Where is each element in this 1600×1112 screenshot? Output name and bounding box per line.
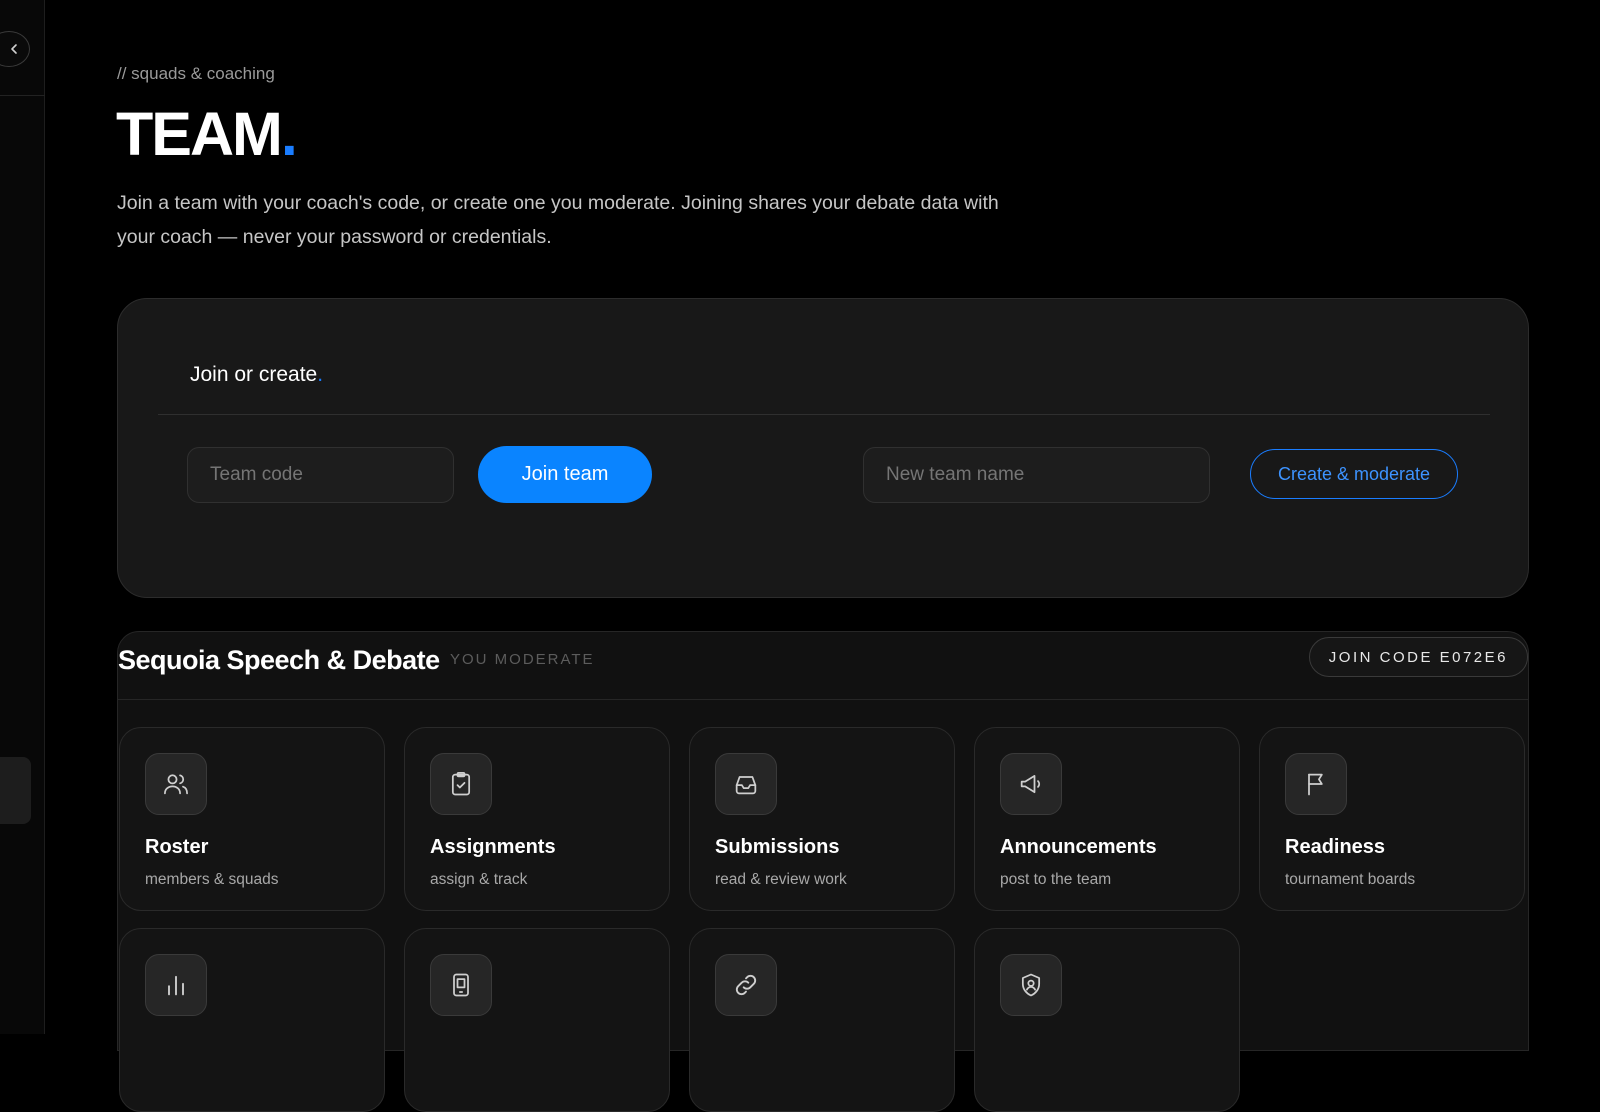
divider	[158, 414, 1490, 415]
join-or-create-card: Join or create. Join team Create & moder…	[117, 298, 1529, 598]
inbox-icon	[715, 753, 777, 815]
tile-links[interactable]	[689, 928, 955, 1112]
tile-submissions[interactable]: Submissions read & review work	[689, 727, 955, 911]
page-eyebrow: // squads & coaching	[117, 64, 275, 83]
sidebar-collapse-button[interactable]	[0, 31, 30, 67]
page-title: TEAM.	[116, 98, 298, 170]
create-and-moderate-button[interactable]: Create & moderate	[1250, 449, 1458, 499]
sidebar	[0, 0, 45, 1034]
shield-user-icon	[1000, 954, 1062, 1016]
tile-analytics[interactable]	[119, 928, 385, 1112]
team-name: Sequoia Speech & Debate	[118, 645, 440, 675]
join-code-chip[interactable]: JOIN CODE E072E6	[1308, 637, 1528, 677]
title-accent-dot: .	[280, 100, 298, 168]
team-role-badge: YOU MODERATE	[450, 651, 595, 668]
heading-accent-dot: .	[317, 363, 324, 386]
tile-subtitle: post to the team	[1000, 871, 1112, 888]
clipboard-check-icon	[430, 753, 492, 815]
page-title-text: TEAM	[116, 100, 283, 168]
team-code-input[interactable]	[187, 447, 454, 503]
users-icon	[145, 753, 207, 815]
tile-title: Submissions	[715, 836, 840, 858]
tile-title: Announcements	[1000, 836, 1157, 858]
link-icon	[715, 954, 777, 1016]
sidebar-item-active[interactable]	[0, 757, 31, 824]
tile-subtitle: tournament boards	[1285, 871, 1416, 888]
sidebar-divider	[0, 95, 45, 96]
join-team-button[interactable]: Join team	[478, 446, 652, 503]
tile-announcements[interactable]: Announcements post to the team	[974, 727, 1240, 911]
join-card-heading-text: Join or create	[190, 363, 318, 386]
team-header: Sequoia Speech & Debate YOU MODERATE JOI…	[118, 632, 1528, 700]
tile-subtitle: assign & track	[430, 871, 528, 888]
tile-assignments[interactable]: Assignments assign & track	[404, 727, 670, 911]
tile-title: Roster	[145, 836, 209, 858]
tile-roster[interactable]: Roster members & squads	[119, 727, 385, 911]
join-card-heading: Join or create.	[190, 363, 323, 387]
chevron-left-icon	[11, 44, 17, 54]
flag-icon	[1285, 753, 1347, 815]
tile-device[interactable]	[404, 928, 670, 1112]
tile-subtitle: members & squads	[145, 871, 279, 888]
tile-readiness[interactable]: Readiness tournament boards	[1259, 727, 1525, 911]
megaphone-icon	[1000, 753, 1062, 815]
tile-title: Readiness	[1285, 836, 1386, 858]
tile-subtitle: read & review work	[715, 871, 847, 888]
page-intro: Join a team with your coach's code, or c…	[117, 192, 999, 248]
tablet-icon	[430, 954, 492, 1016]
tile-title: Assignments	[430, 836, 556, 858]
new-team-name-input[interactable]	[863, 447, 1210, 503]
tile-privacy[interactable]	[974, 928, 1240, 1112]
team-panel: Sequoia Speech & Debate YOU MODERATE JOI…	[117, 631, 1529, 1112]
bar-chart-icon	[145, 954, 207, 1016]
